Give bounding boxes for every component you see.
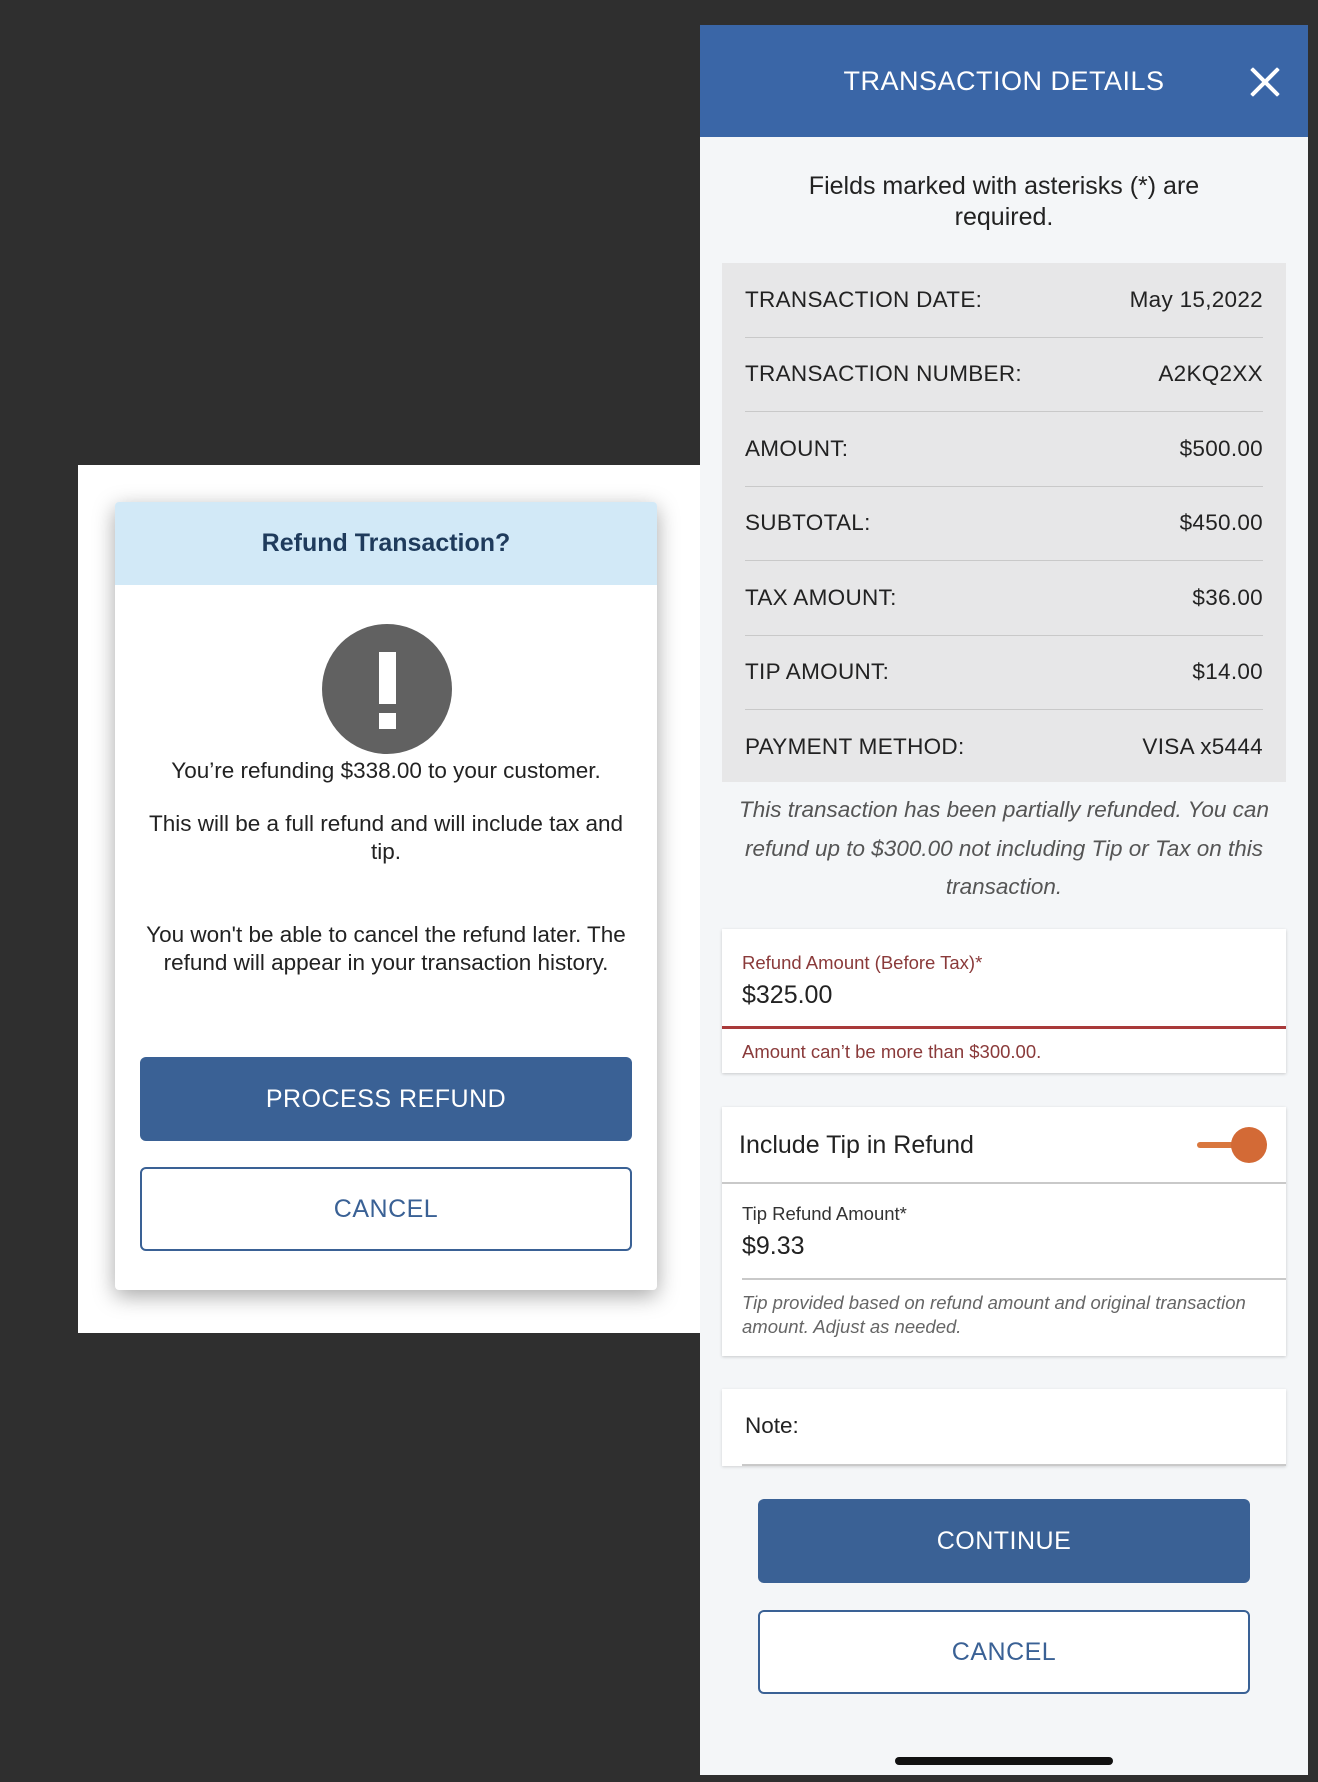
tip-refund-amount-input[interactable]: $9.33	[742, 1232, 805, 1261]
detail-row-tax-amount: TAX AMOUNT: $36.00	[745, 561, 1263, 636]
detail-value: $450.00	[1179, 510, 1263, 536]
detail-value: A2KQ2XX	[1158, 361, 1263, 387]
refund-warning-message: You won't be able to cancel the refund l…	[146, 922, 626, 975]
refund-amount-input[interactable]: $325.00	[742, 981, 832, 1010]
note-label: Note:	[745, 1413, 799, 1438]
refund-amount-field[interactable]: Refund Amount (Before Tax)* $325.00 Amou…	[722, 929, 1286, 1073]
detail-value: $14.00	[1192, 659, 1263, 685]
detail-label: AMOUNT:	[745, 435, 849, 461]
transaction-details-panel: TRANSACTION DETAILS Fields marked with a…	[700, 25, 1308, 1775]
continue-button[interactable]: CONTINUE	[758, 1499, 1250, 1583]
detail-label: TIP AMOUNT:	[745, 659, 890, 685]
detail-value: $500.00	[1179, 435, 1263, 461]
detail-value: $36.00	[1192, 584, 1263, 610]
refund-amount-error: Amount can’t be more than $300.00.	[742, 1041, 1042, 1062]
panel-title: TRANSACTION DETAILS	[843, 65, 1165, 96]
full-refund-message: This will be a full refund and will incl…	[148, 811, 623, 864]
include-tip-toggle[interactable]	[1197, 1127, 1267, 1163]
tip-helper-text: Tip provided based on refund amount and …	[742, 1292, 1246, 1337]
detail-row-transaction-date: TRANSACTION DATE: May 15,2022	[745, 263, 1263, 338]
detail-label: TAX AMOUNT:	[745, 584, 897, 610]
error-underline	[722, 1026, 1286, 1029]
panel-cancel-button[interactable]: CANCEL	[758, 1610, 1250, 1694]
refund-amount-label: Refund Amount (Before Tax)*	[742, 952, 983, 973]
refund-confirm-dialog: Refund Transaction? You’re refunding $33…	[115, 502, 657, 1290]
detail-row-subtotal: SUBTOTAL: $450.00	[745, 487, 1263, 561]
required-fields-text: Fields marked with asterisks (*) are req…	[808, 172, 1200, 231]
detail-label: TRANSACTION NUMBER:	[745, 361, 1022, 387]
required-fields-note: Fields marked with asterisks (*) are req…	[700, 171, 1308, 233]
tip-refund-amount-label: Tip Refund Amount*	[742, 1203, 907, 1224]
detail-value: May 15,2022	[1129, 286, 1263, 312]
close-icon[interactable]	[1250, 67, 1280, 97]
dialog-cancel-button[interactable]: CANCEL	[140, 1167, 632, 1251]
detail-label: PAYMENT METHOD:	[745, 734, 965, 760]
tip-refund-card: Include Tip in Refund Tip Refund Amount*…	[722, 1107, 1286, 1356]
refund-amount-message: You’re refunding $338.00 to your custome…	[171, 758, 601, 783]
refund-dialog-backdrop: Refund Transaction? You’re refunding $33…	[78, 465, 700, 1333]
partial-refund-note: This transaction has been partially refu…	[739, 797, 1269, 899]
detail-value: VISA x5444	[1142, 734, 1263, 760]
dialog-title: Refund Transaction?	[115, 502, 657, 585]
include-tip-label: Include Tip in Refund	[739, 1131, 974, 1159]
detail-row-transaction-number: TRANSACTION NUMBER: A2KQ2XX	[745, 338, 1263, 412]
home-indicator	[895, 1757, 1113, 1765]
transaction-details-table: TRANSACTION DATE: May 15,2022 TRANSACTIO…	[722, 263, 1286, 782]
alert-exclamation-icon	[322, 624, 452, 754]
detail-row-amount: AMOUNT: $500.00	[745, 412, 1263, 487]
note-underline	[742, 1464, 1286, 1466]
detail-row-payment-method: PAYMENT METHOD: VISA x5444	[745, 710, 1263, 785]
process-refund-button[interactable]: PROCESS REFUND	[140, 1057, 632, 1141]
detail-label: SUBTOTAL:	[745, 510, 871, 536]
note-field[interactable]: Note:	[722, 1389, 1286, 1466]
detail-label: TRANSACTION DATE:	[745, 286, 983, 312]
divider	[742, 1278, 1286, 1280]
detail-row-tip-amount: TIP AMOUNT: $14.00	[745, 636, 1263, 710]
divider	[722, 1182, 1286, 1184]
panel-header: TRANSACTION DETAILS	[700, 25, 1308, 137]
